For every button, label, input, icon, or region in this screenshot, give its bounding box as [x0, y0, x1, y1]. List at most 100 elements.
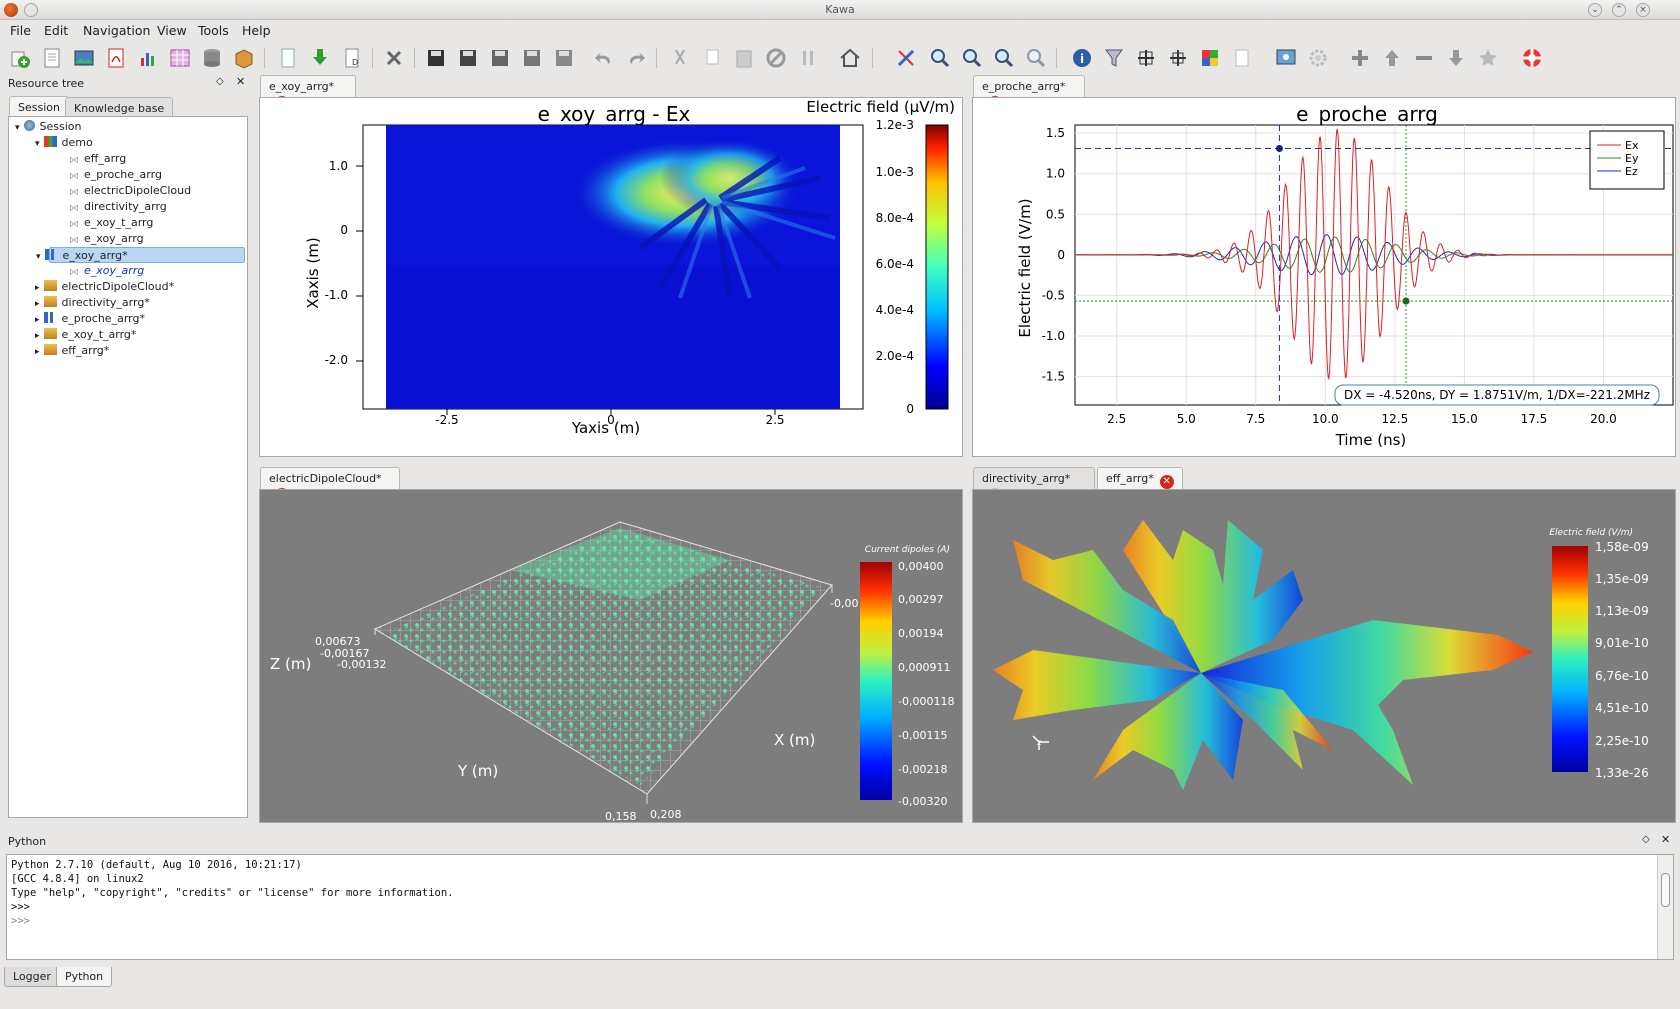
grid-icon[interactable] [1134, 46, 1158, 70]
tab-logger[interactable]: Logger [4, 967, 60, 987]
colorbar-tick: 0,00194 [898, 627, 944, 640]
star-icon[interactable] [1476, 46, 1500, 70]
y-tick-label: -1.5 [1042, 370, 1065, 384]
copy-icon[interactable] [700, 46, 724, 70]
scrollbar-thumb[interactable] [1661, 873, 1670, 907]
save-data-icon[interactable] [552, 46, 576, 70]
tree-item-eff-arrg[interactable]: ⋈ eff_arrg [69, 151, 126, 167]
bar-chart-icon[interactable] [136, 46, 160, 70]
new-file-icon[interactable] [276, 46, 300, 70]
move-up-icon[interactable] [1380, 46, 1404, 70]
y-tick-label: 1.5 [1046, 126, 1065, 140]
undo-icon[interactable] [592, 46, 616, 70]
tab-session[interactable]: Session [9, 96, 69, 116]
menu-file[interactable]: File [10, 23, 31, 38]
export-file-icon[interactable]: D [340, 46, 364, 70]
save-icon[interactable] [424, 46, 448, 70]
tab-e-xoy-arrg[interactable]: e_xoy_arrg*✕ [260, 75, 356, 110]
save-as-icon[interactable] [456, 46, 480, 70]
zoom-in-icon[interactable] [928, 46, 952, 70]
tree-item-eff-arrg-star[interactable]: ▸ eff_arrg* [35, 343, 109, 359]
y-tick-label: -1.0 [1042, 329, 1065, 343]
menu-help[interactable]: Help [242, 23, 271, 38]
tree-demo[interactable]: ▾ demo [35, 135, 93, 151]
tree-item-directivity-arrg-star[interactable]: ▸ directivity_arrg* [35, 295, 150, 311]
disable-icon[interactable] [764, 46, 788, 70]
filter-icon[interactable] [1102, 46, 1126, 70]
add-resource-icon[interactable] [8, 46, 32, 70]
x-tick-label: 10.0 [1312, 412, 1339, 426]
tree-item-selected[interactable]: ▾ e_xoy_arrg* [36, 247, 245, 263]
colorbar-tick: 2.0e-4 [876, 349, 914, 363]
tree-item-selected-child[interactable]: ⋈ e_xoy_arrg [69, 263, 144, 279]
tab-electric-dipole-cloud[interactable]: electricDipoleCloud*✕ [260, 467, 400, 502]
package-icon[interactable] [232, 46, 256, 70]
add-icon[interactable] [1348, 46, 1372, 70]
delete-icon[interactable] [382, 46, 406, 70]
menu-view[interactable]: View [157, 23, 187, 38]
close-tab-icon[interactable]: ✕ [1159, 475, 1174, 489]
tab-knowledge-base[interactable]: Knowledge base [65, 97, 174, 116]
save-all-icon[interactable] [488, 46, 512, 70]
line-chart-ylabel: Electric field (V/m) [1016, 198, 1034, 337]
save-copy-icon[interactable] [520, 46, 544, 70]
console-scrollbar[interactable] [1657, 855, 1673, 959]
colorbar-tick: 1,58e-09 [1595, 540, 1649, 554]
paste-icon[interactable] [732, 46, 756, 70]
tab-e-proche-arrg[interactable]: e_proche_arrg*✕ [973, 75, 1085, 110]
tree-item-directivity-arrg[interactable]: ⋈ directivity_arrg [69, 199, 167, 215]
tab-eff-arrg[interactable]: eff_arrg* ✕ [1097, 467, 1183, 489]
float-panel-icon[interactable]: ◇ [216, 76, 224, 87]
redo-icon[interactable] [624, 46, 648, 70]
info-icon[interactable]: i [1070, 46, 1094, 70]
table-icon[interactable] [168, 46, 192, 70]
tools-icon[interactable] [894, 46, 918, 70]
maximize-button[interactable]: ⌃ [1612, 3, 1626, 17]
link-icon: ⋈ [69, 235, 79, 246]
cut-icon[interactable] [668, 46, 692, 70]
menu-tools[interactable]: Tools [198, 23, 229, 38]
remove-icon[interactable] [1412, 46, 1436, 70]
home-icon[interactable] [838, 46, 862, 70]
tab-directivity-arrg[interactable]: directivity_arrg*✕ [973, 467, 1095, 502]
marker-point[interactable] [1402, 297, 1410, 305]
float-panel-icon[interactable]: ◇ [1642, 834, 1650, 845]
close-panel-icon[interactable]: ✕ [236, 75, 245, 88]
pdf-icon[interactable] [104, 46, 128, 70]
crosshair-icon[interactable] [1166, 46, 1190, 70]
zoom-out-icon[interactable] [960, 46, 984, 70]
screenshot-icon[interactable] [1274, 46, 1298, 70]
settings-gear-icon[interactable] [1306, 46, 1330, 70]
image-icon[interactable] [72, 46, 96, 70]
page-icon[interactable] [1230, 46, 1254, 70]
tree-item-e-xoy-t-arrg-star[interactable]: ▸ e_xoy_t_arrg* [35, 327, 136, 343]
tree-item-e-xoy-arrg[interactable]: ⋈ e_xoy_arrg [69, 231, 144, 247]
tree-item-e-xoy-t-arrg[interactable]: ⋈ e_xoy_t_arrg [69, 215, 153, 231]
marker-point[interactable] [1275, 145, 1283, 153]
zoom-fit-icon[interactable] [992, 46, 1016, 70]
tree-item-e-proche-arrg-star[interactable]: ▸ e_proche_arrg* [35, 311, 145, 327]
tree-item-electric-dipole-cloud-star[interactable]: ▸ electricDipoleCloud* [35, 279, 174, 295]
import-down-icon[interactable] [308, 46, 332, 70]
tree-root-session[interactable]: ▾ Session [15, 119, 82, 135]
python-console[interactable]: Python 2.7.10 (default, Aug 10 2016, 10:… [6, 854, 1674, 960]
zoom-icon[interactable] [1024, 46, 1048, 70]
pause-icon[interactable] [796, 46, 820, 70]
colormap-icon[interactable] [1198, 46, 1222, 70]
help-lifebuoy-icon[interactable] [1520, 46, 1544, 70]
close-panel-icon[interactable]: ✕ [1661, 833, 1670, 846]
tree-item-e-proche-arrg[interactable]: ⋈ e_proche_arrg [69, 167, 162, 183]
dipole-cloud-plot: Z (m) Y (m) X (m) 0,00673 -0,00167 -0,00… [270, 521, 954, 822]
tab-python[interactable]: Python [56, 967, 113, 987]
minimize-button[interactable]: ⌄ [1588, 3, 1602, 17]
database-icon[interactable] [200, 46, 224, 70]
window-menu-button[interactable] [24, 3, 38, 17]
menu-navigation[interactable]: Navigation [83, 23, 150, 38]
tree-item-electric-dipole-cloud[interactable]: ⋈ electricDipoleCloud [69, 183, 191, 199]
close-window-button[interactable]: × [1636, 3, 1650, 17]
menu-edit[interactable]: Edit [44, 23, 68, 38]
x-tick-label: 2.5 [1107, 412, 1126, 426]
toolbar: D i [0, 42, 1680, 74]
move-down-icon[interactable] [1444, 46, 1468, 70]
document-icon[interactable] [40, 46, 64, 70]
